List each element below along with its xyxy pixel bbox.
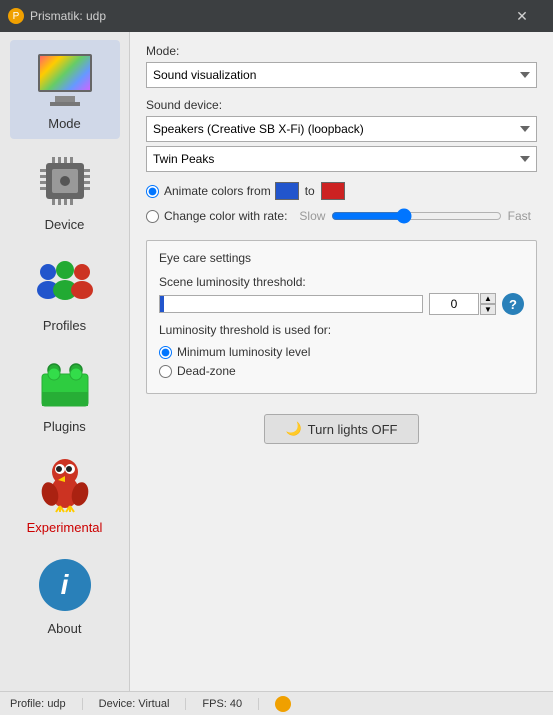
bottom-area: 🌙 Turn lights OFF bbox=[146, 394, 537, 454]
eye-care-section: Eye care settings Scene luminosity thres… bbox=[146, 240, 537, 394]
lights-off-label: Turn lights OFF bbox=[308, 422, 398, 437]
sidebar-device-label: Device bbox=[45, 217, 85, 232]
sidebar-item-profiles[interactable]: Profiles bbox=[10, 242, 120, 341]
mode-group: Mode: Sound visualization Ambilight Stat… bbox=[146, 44, 537, 88]
profile-status-label: Profile: bbox=[10, 698, 44, 710]
rate-slider[interactable] bbox=[331, 208, 501, 224]
to-label: to bbox=[305, 184, 315, 198]
min-luminosity-option[interactable]: Minimum luminosity level bbox=[159, 345, 524, 359]
animate-colors-radio[interactable] bbox=[146, 185, 159, 198]
mode-label: Mode: bbox=[146, 44, 537, 58]
sidebar-item-mode[interactable]: Mode bbox=[10, 40, 120, 139]
threshold-fill bbox=[160, 296, 164, 312]
sidebar-item-plugins[interactable]: Plugins bbox=[10, 343, 120, 442]
change-color-rate-row: Change color with rate: Slow Fast bbox=[146, 208, 537, 224]
threshold-value[interactable]: 0 bbox=[429, 293, 479, 315]
sidebar-item-device[interactable]: Device bbox=[10, 141, 120, 240]
fps-status: FPS: 40 bbox=[202, 698, 259, 710]
change-color-radio[interactable] bbox=[146, 210, 159, 223]
threshold-spinner-group: 0 ▲ ▼ bbox=[429, 293, 496, 315]
moon-icon: 🌙 bbox=[285, 421, 301, 437]
threshold-label: Scene luminosity threshold: bbox=[159, 275, 524, 289]
sidebar-mode-label: Mode bbox=[48, 116, 81, 131]
device-status-label: Device: bbox=[99, 698, 136, 710]
profile-status-value: udp bbox=[47, 698, 65, 710]
change-color-label: Change color with rate: bbox=[164, 209, 287, 223]
min-luminosity-label: Minimum luminosity level bbox=[177, 345, 310, 359]
sidebar-experimental-label: Experimental bbox=[27, 520, 103, 535]
fps-status-label: FPS: bbox=[202, 698, 226, 710]
device-status: Device: Virtual bbox=[99, 698, 187, 710]
sound-device-group: Sound device: Speakers (Creative SB X-Fi… bbox=[146, 98, 537, 172]
sun-icon bbox=[275, 696, 291, 712]
profiles-icon bbox=[33, 250, 97, 314]
luminosity-used-label: Luminosity threshold is used for: bbox=[159, 323, 524, 337]
spinner-down[interactable]: ▼ bbox=[480, 304, 496, 315]
device-status-value: Virtual bbox=[138, 698, 169, 710]
dead-zone-radio[interactable] bbox=[159, 365, 172, 378]
threshold-row: 0 ▲ ▼ ? bbox=[159, 293, 524, 315]
device-icon bbox=[33, 149, 97, 213]
color-from-box[interactable] bbox=[275, 182, 299, 200]
spinner-up[interactable]: ▲ bbox=[480, 293, 496, 304]
sidebar-plugins-label: Plugins bbox=[43, 419, 86, 434]
plugins-icon bbox=[33, 351, 97, 415]
animate-colors-radio-label[interactable]: Animate colors from bbox=[146, 184, 271, 198]
mode-icon bbox=[33, 48, 97, 112]
lights-off-button[interactable]: 🌙 Turn lights OFF bbox=[264, 414, 418, 444]
change-color-radio-label[interactable]: Change color with rate: bbox=[146, 209, 287, 223]
sidebar-item-about[interactable]: i About bbox=[10, 545, 120, 644]
threshold-spinner: ▲ ▼ bbox=[480, 293, 496, 315]
mode-select[interactable]: Sound visualization Ambilight Static col… bbox=[146, 62, 537, 88]
close-button[interactable]: ✕ bbox=[499, 0, 545, 32]
main-content: Mode bbox=[0, 32, 553, 691]
title-bar: P Prismatik: udp ✕ bbox=[0, 0, 553, 32]
animate-colors-label: Animate colors from bbox=[164, 184, 271, 198]
profile-select[interactable]: Twin Peaks bbox=[146, 146, 537, 172]
about-icon: i bbox=[33, 553, 97, 617]
right-panel: Mode: Sound visualization Ambilight Stat… bbox=[130, 32, 553, 691]
dead-zone-label: Dead-zone bbox=[177, 364, 236, 378]
dead-zone-option[interactable]: Dead-zone bbox=[159, 364, 524, 378]
experimental-icon bbox=[33, 452, 97, 516]
app-icon: P bbox=[8, 8, 24, 24]
sound-device-select[interactable]: Speakers (Creative SB X-Fi) (loopback) bbox=[146, 116, 537, 142]
animate-colors-row: Animate colors from to bbox=[146, 182, 537, 200]
window-title: Prismatik: udp bbox=[30, 9, 499, 23]
fast-label: Fast bbox=[508, 209, 531, 223]
sidebar-about-label: About bbox=[48, 621, 82, 636]
status-bar: Profile: udp Device: Virtual FPS: 40 bbox=[0, 691, 553, 715]
profile-status: Profile: udp bbox=[10, 698, 83, 710]
threshold-bar[interactable] bbox=[159, 295, 423, 313]
color-to-box[interactable] bbox=[321, 182, 345, 200]
help-icon[interactable]: ? bbox=[502, 293, 524, 315]
eye-care-title: Eye care settings bbox=[159, 251, 524, 265]
sound-device-label: Sound device: bbox=[146, 98, 537, 112]
slow-label: Slow bbox=[299, 209, 325, 223]
sidebar: Mode bbox=[0, 32, 130, 691]
fps-status-value: 40 bbox=[230, 698, 242, 710]
min-luminosity-radio[interactable] bbox=[159, 346, 172, 359]
sidebar-profiles-label: Profiles bbox=[43, 318, 86, 333]
sidebar-item-experimental[interactable]: Experimental bbox=[10, 444, 120, 543]
